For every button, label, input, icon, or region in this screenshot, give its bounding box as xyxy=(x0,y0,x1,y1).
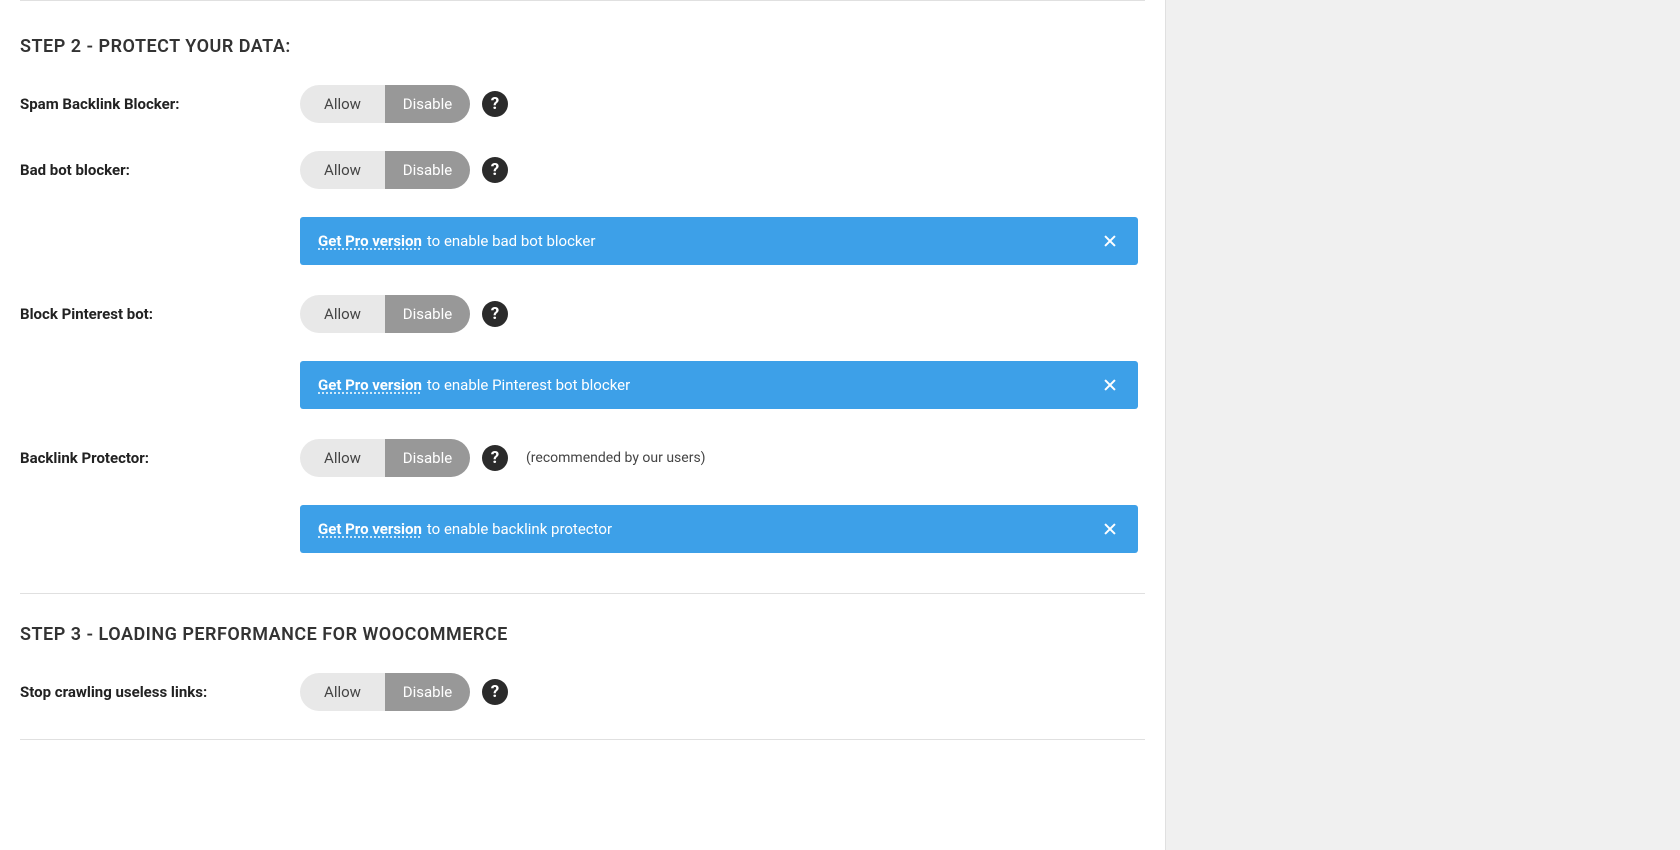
help-icon[interactable]: ? xyxy=(482,157,508,183)
notice-text: to enable Pinterest bot blocker xyxy=(427,376,630,394)
toggle-group-stop-crawling: Allow Disable xyxy=(300,673,470,711)
toggle-group-pinterest: Allow Disable xyxy=(300,295,470,333)
help-icon[interactable]: ? xyxy=(482,445,508,471)
setting-row-bad-bot: Bad bot blocker: Allow Disable ? xyxy=(20,151,1145,189)
section-divider xyxy=(20,739,1145,740)
close-icon[interactable] xyxy=(1100,519,1120,539)
setting-controls: Allow Disable ? (recommended by our user… xyxy=(300,439,706,477)
notice-text: to enable backlink protector xyxy=(427,520,612,538)
section-divider xyxy=(20,593,1145,594)
step3-heading: STEP 3 - LOADING PERFORMANCE FOR WOOCOMM… xyxy=(20,624,1145,645)
setting-controls: Allow Disable ? xyxy=(300,85,508,123)
toggle-disable-button[interactable]: Disable xyxy=(385,439,470,477)
main-content: STEP 2 - PROTECT YOUR DATA: Spam Backlin… xyxy=(0,0,1165,850)
help-icon[interactable]: ? xyxy=(482,91,508,117)
setting-row-spam-backlink: Spam Backlink Blocker: Allow Disable ? xyxy=(20,85,1145,123)
setting-label: Block Pinterest bot: xyxy=(20,305,300,323)
toggle-group-bad-bot: Allow Disable xyxy=(300,151,470,189)
get-pro-link[interactable]: Get Pro version xyxy=(318,376,422,394)
setting-row-pinterest: Block Pinterest bot: Allow Disable ? xyxy=(20,295,1145,333)
toggle-allow-button[interactable]: Allow xyxy=(300,673,385,711)
toggle-disable-button[interactable]: Disable xyxy=(385,295,470,333)
setting-controls: Allow Disable ? xyxy=(300,151,508,189)
notice-content: Get Pro version to enable Pinterest bot … xyxy=(318,376,630,394)
right-sidebar xyxy=(1165,0,1680,850)
get-pro-link[interactable]: Get Pro version xyxy=(318,232,422,250)
toggle-allow-button[interactable]: Allow xyxy=(300,295,385,333)
step2-heading: STEP 2 - PROTECT YOUR DATA: xyxy=(20,36,1145,57)
help-icon[interactable]: ? xyxy=(482,679,508,705)
notice-banner-bad-bot: Get Pro version to enable bad bot blocke… xyxy=(300,217,1138,265)
notice-banner-backlink-protector: Get Pro version to enable backlink prote… xyxy=(300,505,1138,553)
setting-label: Bad bot blocker: xyxy=(20,161,300,179)
setting-label: Stop crawling useless links: xyxy=(20,683,300,701)
get-pro-link[interactable]: Get Pro version xyxy=(318,520,422,538)
toggle-disable-button[interactable]: Disable xyxy=(385,85,470,123)
notice-content: Get Pro version to enable bad bot blocke… xyxy=(318,232,595,250)
setting-label: Backlink Protector: xyxy=(20,449,300,467)
toggle-group-backlink-protector: Allow Disable xyxy=(300,439,470,477)
close-icon[interactable] xyxy=(1100,231,1120,251)
toggle-allow-button[interactable]: Allow xyxy=(300,85,385,123)
toggle-allow-button[interactable]: Allow xyxy=(300,151,385,189)
setting-controls: Allow Disable ? xyxy=(300,673,508,711)
notice-banner-pinterest: Get Pro version to enable Pinterest bot … xyxy=(300,361,1138,409)
recommended-note: (recommended by our users) xyxy=(526,450,706,466)
toggle-disable-button[interactable]: Disable xyxy=(385,673,470,711)
setting-controls: Allow Disable ? xyxy=(300,295,508,333)
toggle-disable-button[interactable]: Disable xyxy=(385,151,470,189)
toggle-group-spam-backlink: Allow Disable xyxy=(300,85,470,123)
setting-row-stop-crawling: Stop crawling useless links: Allow Disab… xyxy=(20,673,1145,711)
notice-text: to enable bad bot blocker xyxy=(427,232,596,250)
notice-content: Get Pro version to enable backlink prote… xyxy=(318,520,612,538)
help-icon[interactable]: ? xyxy=(482,301,508,327)
section-divider xyxy=(20,0,1145,1)
setting-label: Spam Backlink Blocker: xyxy=(20,95,300,113)
close-icon[interactable] xyxy=(1100,375,1120,395)
toggle-allow-button[interactable]: Allow xyxy=(300,439,385,477)
setting-row-backlink-protector: Backlink Protector: Allow Disable ? (rec… xyxy=(20,439,1145,477)
